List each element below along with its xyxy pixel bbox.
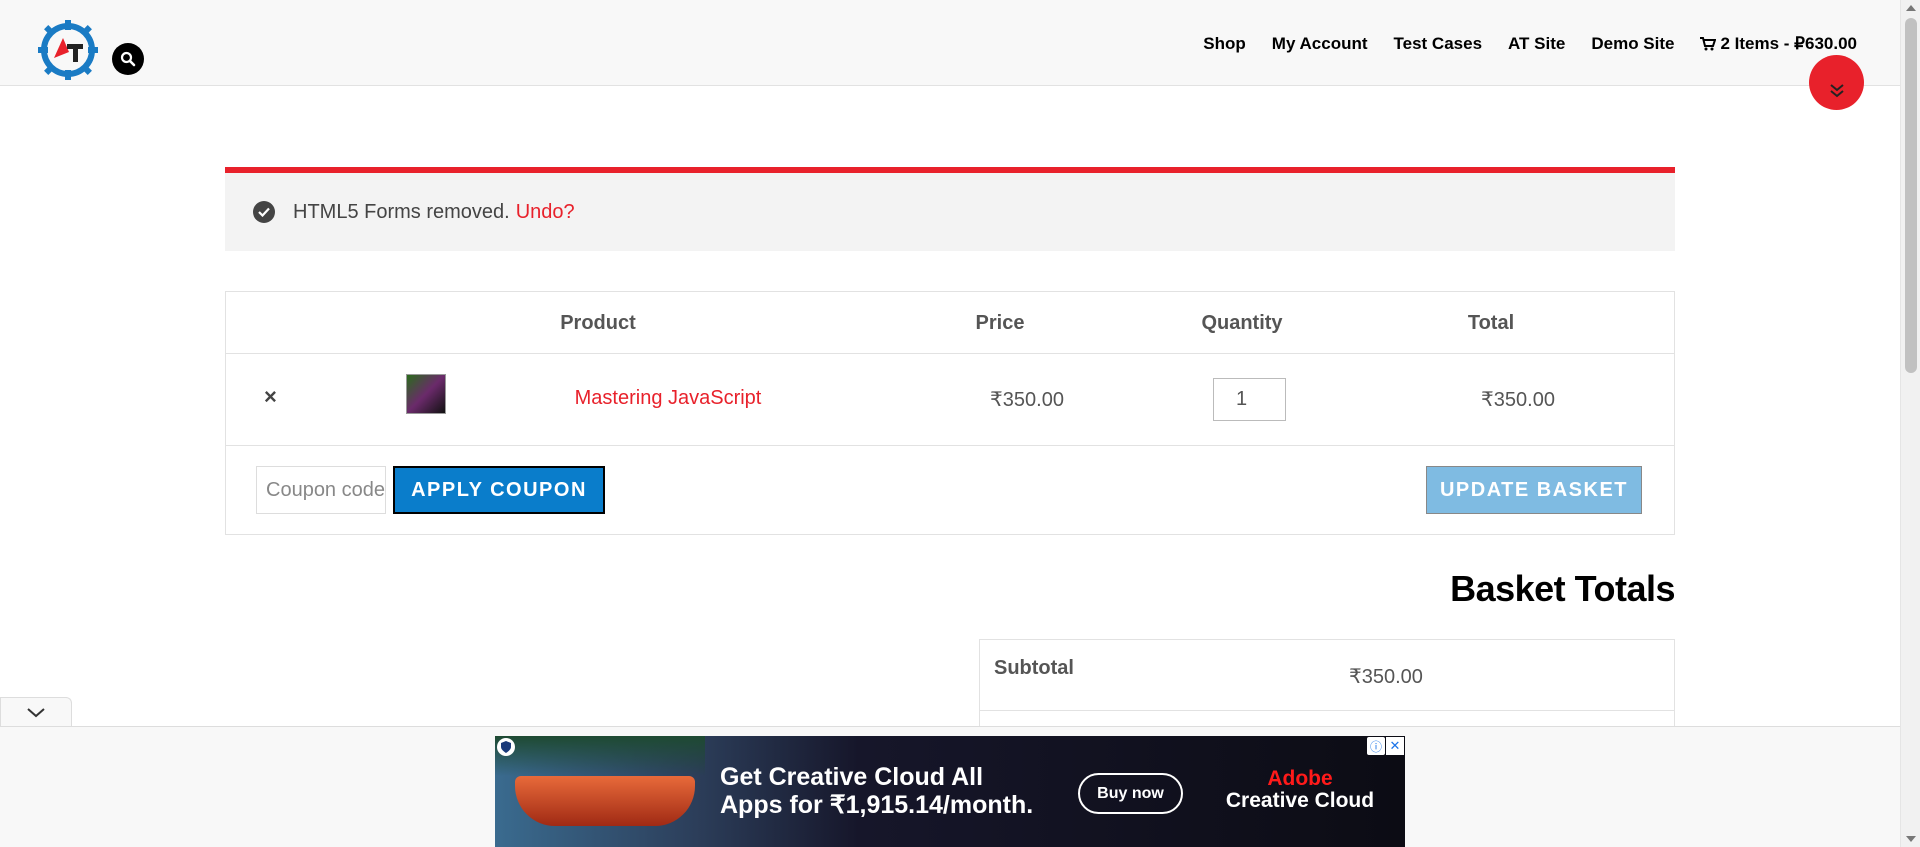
ad-brand: Adobe Creative Cloud [1220,767,1380,813]
header-product: Product [560,312,636,334]
cart-summary: 2 Items - ₽630.00 [1720,34,1857,53]
ad-close-icon[interactable]: ✕ [1386,737,1404,755]
header-total: Total [1467,312,1515,334]
ad-boat-image [515,776,695,826]
product-thumbnail[interactable] [406,374,446,414]
ad-headline-line2: Apps for ₹1,915.14/month. [720,790,1034,819]
double-chevron-down-icon [1829,84,1844,98]
main-nav: Shop My Account Test Cases AT Site Demo … [1203,34,1857,54]
scroll-up-arrow-icon[interactable] [1906,5,1916,11]
product-total: ₹350.00 [1481,389,1555,411]
ad-palm-image [495,736,705,776]
cart-icon [1700,37,1717,51]
basket-totals-title: Basket Totals [1450,568,1675,609]
update-basket-button[interactable]: UPDATE BASKET [1426,466,1642,514]
undo-link[interactable]: Undo? [516,201,575,224]
page-scrollbar[interactable] [1900,0,1920,847]
nav-test-cases[interactable]: Test Cases [1394,34,1483,54]
ad-brand-line2: Creative Cloud [1225,789,1375,813]
notice-message: HTML5 Forms removed. [293,200,510,223]
removal-notice: HTML5 Forms removed. Undo? [225,167,1675,251]
subtotal-row: Subtotal ₹350.00 [980,640,1674,711]
table-row: × Mastering JavaScript ₹350.00 ₹350.00 [226,354,1674,446]
scroll-down-button[interactable] [1809,55,1864,110]
collapse-ad-button[interactable] [0,697,72,727]
ad-brand-line1: Adobe [1267,767,1333,790]
header-price: Price [975,312,1025,334]
cart-link[interactable]: 2 Items - ₽630.00 [1700,34,1857,54]
cart-actions: APPLY COUPON UPDATE BASKET [226,446,1674,536]
cart-table-header: Product Price Quantity Total [226,292,1674,354]
ad-headline-line1: Get Creative Cloud All [720,763,984,791]
product-name: Mastering JavaScript [575,387,762,410]
ad-choices-icon[interactable] [497,738,515,756]
ad-bar: Get Creative Cloud All Apps for ₹1,915.1… [0,726,1900,847]
chevron-down-icon [27,707,45,717]
search-button[interactable] [112,43,144,75]
product-link[interactable]: Mastering JavaScript [575,387,762,409]
product-price: ₹350.00 [990,389,1064,411]
scrollbar-thumb[interactable] [1905,18,1917,373]
nav-shop[interactable]: Shop [1203,34,1246,54]
search-icon [120,51,136,67]
check-circle-icon [253,201,275,223]
header-quantity: Quantity [1201,312,1283,334]
site-header: Shop My Account Test Cases AT Site Demo … [0,0,1900,86]
ad-headline: Get Creative Cloud All Apps for ₹1,915.1… [720,763,1034,819]
quantity-input[interactable] [1213,378,1286,421]
basket-totals-table: Subtotal ₹350.00 [979,639,1675,734]
ad-banner[interactable]: Get Creative Cloud All Apps for ₹1,915.1… [495,736,1405,847]
nav-my-account[interactable]: My Account [1272,34,1368,54]
ad-info-icon[interactable]: ⓘ [1367,737,1385,755]
subtotal-label: Subtotal [994,657,1074,679]
subtotal-value: ₹350.00 [1349,666,1423,688]
apply-coupon-button[interactable]: APPLY COUPON [393,466,605,514]
ad-buy-now-button[interactable]: Buy now [1078,773,1183,814]
nav-at-site[interactable]: AT Site [1508,34,1565,54]
scroll-down-arrow-icon[interactable] [1906,836,1916,842]
site-logo[interactable] [36,18,100,82]
coupon-input[interactable] [256,466,386,514]
remove-item-button[interactable]: × [264,384,277,410]
nav-demo-site[interactable]: Demo Site [1591,34,1674,54]
cart-table: Product Price Quantity Total × Mastering… [225,291,1675,535]
